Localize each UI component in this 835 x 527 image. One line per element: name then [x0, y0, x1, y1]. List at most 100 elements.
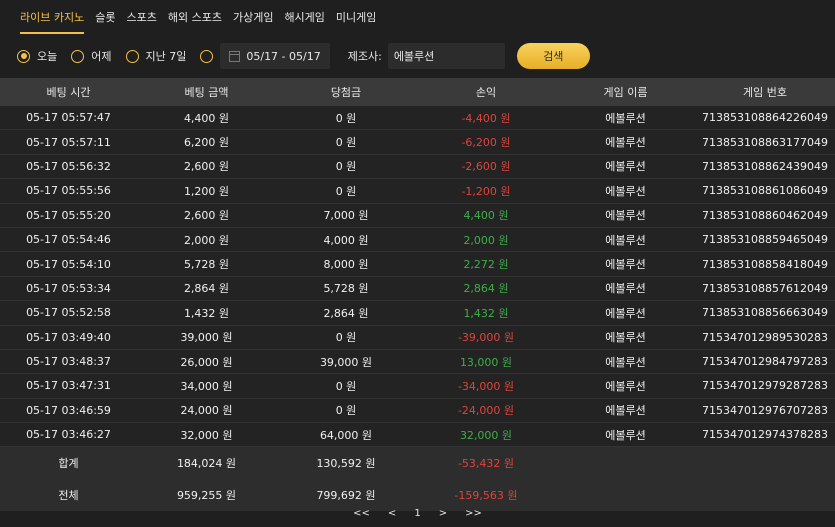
game-name-cell: 에볼루션 — [556, 276, 695, 302]
winnings-cell: 7,000 원 — [276, 203, 416, 228]
game-name-cell: 에볼루션 — [556, 251, 695, 277]
table-row: 05-17 03:48:37 26,000 원 39,000 원 13,000 원 에볼… — [0, 349, 835, 375]
game-number-cell: 715347012974378283 — [695, 422, 835, 448]
first-page-button[interactable]: << — [353, 508, 370, 519]
header-bet-time: 베팅 시간 — [0, 78, 137, 106]
bet-amount-cell: 6,200 원 — [137, 129, 276, 155]
date-range-picker[interactable]: 05/17 - 05/17 — [220, 43, 330, 69]
bet-time-cell: 05-17 03:48:37 — [0, 349, 137, 375]
bet-time-cell: 05-17 03:49:40 — [0, 325, 137, 350]
filter-bar: 오늘 어제 지난 7일 05/17 - 05/17 제조사: 에볼루션 검색 — [0, 40, 835, 72]
tab-mini-game[interactable]: 미니게임 — [336, 9, 376, 34]
table-row: 05-17 03:49:40 39,000 원0 원 -39,000 원 에볼루션 71… — [0, 325, 835, 350]
subtotal-bet: 184,024 원 — [137, 446, 276, 480]
bet-time-cell: 05-17 05:55:56 — [0, 178, 137, 204]
table-row: 05-17 03:46:27 32,000 원 64,000 원 32,000 원 에볼… — [0, 422, 835, 448]
winnings-cell: 2,864 원 — [276, 300, 416, 326]
profit-loss-cell: -1,200 원 — [416, 178, 556, 204]
profit-loss-cell: 2,272 원 — [416, 251, 556, 277]
tab-virtual-game[interactable]: 가상게임 — [233, 9, 273, 34]
profit-loss-cell: -24,000 원 — [416, 398, 556, 424]
subtotal-empty — [556, 446, 695, 480]
table-row: 05-17 05:54:10 5,728 원 8,000 원 2,272 원 에볼루션 7… — [0, 251, 835, 277]
table-row: 05-17 03:46:59 24,000 원0 원 -24,000 원 에볼루션 71… — [0, 398, 835, 424]
game-name-cell: 에볼루션 — [556, 325, 695, 350]
bet-amount-cell: 2,000 원 — [137, 227, 276, 253]
bet-history-table: 베팅 시간 베팅 금액 당첨금 손익 게임 이름 게임 번호 05-17 05:… — [0, 78, 835, 512]
game-number-cell: 713853108862439049 — [695, 154, 835, 180]
profit-loss-cell: 2,000 원 — [416, 227, 556, 253]
tab-sports[interactable]: 스포츠 — [126, 9, 156, 34]
page-1-button[interactable]: 1 — [414, 508, 420, 519]
table-row: 05-17 05:55:20 2,600 원 7,000 원 4,400 원 에볼루션 7… — [0, 203, 835, 228]
bet-time-cell: 05-17 05:55:20 — [0, 203, 137, 228]
table-row: 05-17 05:56:32 2,600 원0 원 -2,600 원 에볼루션 7138… — [0, 154, 835, 180]
tab-slot[interactable]: 슬롯 — [95, 9, 115, 34]
search-button[interactable]: 검색 — [516, 43, 590, 69]
winnings-cell: 5,728 원 — [276, 276, 416, 302]
game-number-cell: 713853108860462049 — [695, 203, 835, 228]
header-bet-amount: 베팅 금액 — [137, 78, 276, 106]
bet-time-cell: 05-17 03:46:27 — [0, 422, 137, 448]
winnings-cell: 0 원 — [276, 154, 416, 180]
table-header-row: 베팅 시간 베팅 금액 당첨금 손익 게임 이름 게임 번호 — [0, 78, 835, 106]
table-row: 05-17 05:52:58 1,432 원 2,864 원 1,432 원 에볼루션 7… — [0, 300, 835, 326]
game-name-cell: 에볼루션 — [556, 106, 695, 131]
winnings-cell: 0 원 — [276, 106, 416, 131]
table-row: 05-17 03:47:31 34,000 원0 원 -34,000 원 에볼루션 71… — [0, 373, 835, 399]
game-name-cell: 에볼루션 — [556, 129, 695, 155]
game-number-cell: 713853108859465049 — [695, 227, 835, 253]
game-number-cell: 713853108857612049 — [695, 276, 835, 302]
radio-yesterday-label: 어제 — [91, 50, 112, 63]
bet-time-cell: 05-17 05:53:34 — [0, 276, 137, 302]
bet-amount-cell: 24,000 원 — [137, 398, 276, 424]
radio-yesterday[interactable] — [71, 49, 85, 63]
bet-time-cell: 05-17 05:54:46 — [0, 227, 137, 253]
game-name-cell: 에볼루션 — [556, 300, 695, 326]
last-page-button[interactable]: >> — [465, 508, 482, 519]
bet-amount-cell: 1,200 원 — [137, 178, 276, 204]
bet-amount-cell: 32,000 원 — [137, 422, 276, 448]
radio-custom-range[interactable] — [200, 49, 214, 63]
header-game-name: 게임 이름 — [556, 78, 695, 106]
bet-amount-cell: 2,600 원 — [137, 203, 276, 228]
subtotal-empty — [695, 446, 835, 480]
winnings-cell: 0 원 — [276, 373, 416, 399]
winnings-cell: 0 원 — [276, 398, 416, 424]
vendor-input[interactable]: 에볼루션 — [387, 43, 505, 69]
table-row: 05-17 05:53:34 2,864 원 5,728 원 2,864 원 에볼루션 7… — [0, 276, 835, 302]
game-name-cell: 에볼루션 — [556, 349, 695, 375]
game-number-cell: 713853108858418049 — [695, 251, 835, 277]
game-name-cell: 에볼루션 — [556, 398, 695, 424]
bet-time-cell: 05-17 05:56:32 — [0, 154, 137, 180]
winnings-cell: 4,000 원 — [276, 227, 416, 253]
pagination: << < 1 > >> — [0, 503, 835, 523]
radio-last-7-days[interactable] — [125, 49, 139, 63]
subtotal-win: 130,592 원 — [276, 446, 416, 480]
game-name-cell: 에볼루션 — [556, 154, 695, 180]
game-number-cell: 713853108856663049 — [695, 300, 835, 326]
bet-amount-cell: 34,000 원 — [137, 373, 276, 399]
winnings-cell: 39,000 원 — [276, 349, 416, 375]
next-page-button[interactable]: > — [439, 508, 447, 519]
bet-amount-cell: 2,600 원 — [137, 154, 276, 180]
tab-live-casino[interactable]: 라이브 카지노 — [20, 9, 85, 34]
tab-hash-game[interactable]: 해시게임 — [284, 9, 324, 34]
table-row: 05-17 05:55:56 1,200 원0 원 -1,200 원 에볼루션 7138… — [0, 178, 835, 204]
bet-amount-cell: 2,864 원 — [137, 276, 276, 302]
header-profit-loss: 손익 — [416, 78, 556, 106]
game-name-cell: 에볼루션 — [556, 178, 695, 204]
tab-overseas-sports[interactable]: 해외 스포츠 — [168, 9, 222, 34]
radio-today[interactable] — [17, 49, 30, 63]
prev-page-button[interactable]: < — [388, 508, 396, 519]
game-name-cell: 에볼루션 — [556, 203, 695, 228]
bet-time-cell: 05-17 05:54:10 — [0, 251, 137, 277]
game-name-cell: 에볼루션 — [556, 227, 695, 253]
header-game-number: 게임 번호 — [695, 78, 835, 106]
bet-time-cell: 05-17 05:57:47 — [0, 106, 137, 131]
bet-time-cell: 05-17 03:47:31 — [0, 373, 137, 399]
winnings-cell: 0 원 — [276, 178, 416, 204]
bet-amount-cell: 39,000 원 — [137, 325, 276, 350]
header-winnings: 당첨금 — [276, 78, 416, 106]
profit-loss-cell: -6,200 원 — [416, 129, 556, 155]
